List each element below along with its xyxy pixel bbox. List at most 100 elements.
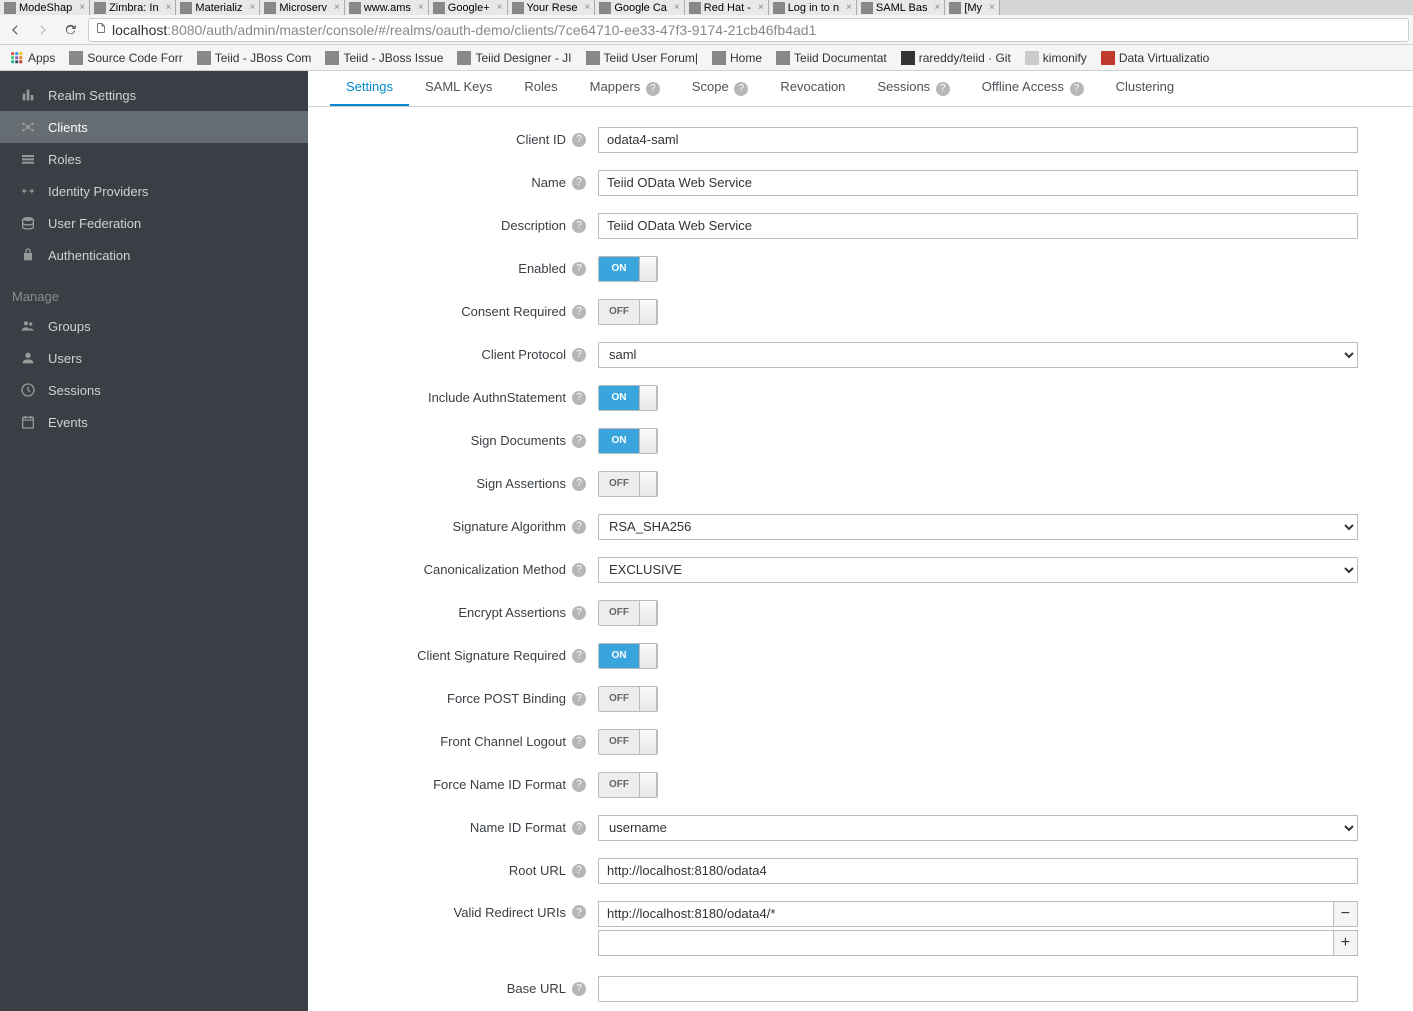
close-icon[interactable]: ×	[418, 2, 424, 13]
sidebar-item-realm-settings[interactable]: Realm Settings	[0, 79, 308, 111]
tab-saml-keys[interactable]: SAML Keys	[409, 71, 508, 106]
select-client-protocol[interactable]: saml	[598, 342, 1358, 368]
bookmark-item[interactable]: kimonify	[1019, 49, 1093, 67]
close-icon[interactable]: ×	[584, 2, 590, 13]
remove-uri-button[interactable]: −	[1333, 901, 1358, 927]
url-bar[interactable]: localhost:8080/auth/admin/master/console…	[88, 18, 1409, 42]
toggle-consent-required[interactable]: ON OFF	[598, 299, 658, 325]
input-description[interactable]	[598, 213, 1358, 239]
close-icon[interactable]: ×	[334, 2, 340, 13]
help-icon[interactable]: ?	[734, 82, 748, 96]
reload-button[interactable]	[60, 19, 82, 41]
browser-tab[interactable]: Log in to n×	[769, 0, 857, 15]
help-icon[interactable]: ?	[572, 982, 586, 996]
bookmark-item[interactable]: Home	[706, 49, 768, 67]
forward-button[interactable]	[32, 19, 54, 41]
sidebar-item-events[interactable]: Events	[0, 406, 308, 438]
sidebar-item-users[interactable]: Users	[0, 342, 308, 374]
close-icon[interactable]: ×	[250, 2, 256, 13]
tab-offline-access[interactable]: Offline Access ?	[966, 71, 1100, 106]
help-icon[interactable]: ?	[572, 434, 586, 448]
select-name-id-format[interactable]: username	[598, 815, 1358, 841]
bookmark-item[interactable]: Teiid User Forum|	[580, 49, 704, 67]
sidebar-item-groups[interactable]: Groups	[0, 310, 308, 342]
close-icon[interactable]: ×	[846, 2, 852, 13]
help-icon[interactable]: ?	[572, 133, 586, 147]
help-icon[interactable]: ?	[572, 905, 586, 919]
bookmark-item[interactable]: rareddy/teiid · Git	[895, 49, 1017, 67]
help-icon[interactable]: ?	[572, 348, 586, 362]
sidebar-item-user-federation[interactable]: User Federation	[0, 207, 308, 239]
back-button[interactable]	[4, 19, 26, 41]
close-icon[interactable]: ×	[166, 2, 172, 13]
browser-tab[interactable]: Materializ×	[176, 0, 260, 15]
browser-tab[interactable]: SAML Bas×	[857, 0, 945, 15]
toggle-client-signature-required[interactable]: ON OFF	[598, 643, 658, 669]
sidebar-item-sessions[interactable]: Sessions	[0, 374, 308, 406]
input-redirect-uri[interactable]	[598, 901, 1333, 927]
toggle-enabled[interactable]: ON OFF	[598, 256, 658, 282]
close-icon[interactable]: ×	[758, 2, 764, 13]
add-uri-button[interactable]: +	[1333, 930, 1358, 956]
browser-tab[interactable]: Google+×	[429, 0, 508, 15]
close-icon[interactable]: ×	[497, 2, 503, 13]
help-icon[interactable]: ?	[572, 391, 586, 405]
help-icon[interactable]: ?	[572, 864, 586, 878]
help-icon[interactable]: ?	[572, 262, 586, 276]
bookmark-item[interactable]: Teiid Documentat	[770, 49, 893, 67]
bookmark-item[interactable]: Teiid Designer - JI	[451, 49, 577, 67]
browser-tab[interactable]: Zimbra: In×	[90, 0, 176, 15]
tab-mappers[interactable]: Mappers ?	[574, 71, 676, 106]
help-icon[interactable]: ?	[572, 477, 586, 491]
help-icon[interactable]: ?	[572, 692, 586, 706]
toggle-include-authnstatement[interactable]: ON OFF	[598, 385, 658, 411]
bookmark-item[interactable]: Teiid - JBoss Com	[191, 49, 318, 67]
input-name[interactable]	[598, 170, 1358, 196]
help-icon[interactable]: ?	[646, 82, 660, 96]
browser-tab[interactable]: ModeShap×	[0, 0, 90, 15]
sidebar-item-identity-providers[interactable]: Identity Providers	[0, 175, 308, 207]
toggle-sign-assertions[interactable]: ON OFF	[598, 471, 658, 497]
browser-tab[interactable]: [My×	[945, 0, 1000, 15]
input-redirect-uri[interactable]	[598, 930, 1333, 956]
input-base-url[interactable]	[598, 976, 1358, 1002]
help-icon[interactable]: ?	[572, 735, 586, 749]
input-client-id[interactable]	[598, 127, 1358, 153]
help-icon[interactable]: ?	[572, 219, 586, 233]
toggle-force-post-binding[interactable]: ON OFF	[598, 686, 658, 712]
close-icon[interactable]: ×	[674, 2, 680, 13]
help-icon[interactable]: ?	[572, 563, 586, 577]
select-signature-algorithm[interactable]: RSA_SHA256	[598, 514, 1358, 540]
toggle-encrypt-assertions[interactable]: ON OFF	[598, 600, 658, 626]
bookmark-item[interactable]: Source Code Forr	[63, 49, 188, 67]
toggle-force-name-id-format[interactable]: ON OFF	[598, 772, 658, 798]
help-icon[interactable]: ?	[572, 176, 586, 190]
input-root-url[interactable]	[598, 858, 1358, 884]
browser-tab[interactable]: Red Hat -×	[685, 0, 769, 15]
browser-tab[interactable]: Google Ca×	[595, 0, 684, 15]
toggle-sign-documents[interactable]: ON OFF	[598, 428, 658, 454]
close-icon[interactable]: ×	[989, 2, 995, 13]
help-icon[interactable]: ?	[572, 649, 586, 663]
toggle-front-channel-logout[interactable]: ON OFF	[598, 729, 658, 755]
sidebar-item-clients[interactable]: Clients	[0, 111, 308, 143]
browser-tab[interactable]: www.ams×	[345, 0, 429, 15]
close-icon[interactable]: ×	[934, 2, 940, 13]
help-icon[interactable]: ?	[572, 305, 586, 319]
tab-clustering[interactable]: Clustering	[1100, 71, 1191, 106]
sidebar-item-authentication[interactable]: Authentication	[0, 239, 308, 271]
bookmark-item[interactable]: Data Virtualizatio	[1095, 49, 1216, 67]
tab-roles[interactable]: Roles	[508, 71, 573, 106]
help-icon[interactable]: ?	[936, 82, 950, 96]
tab-scope[interactable]: Scope ?	[676, 71, 765, 106]
help-icon[interactable]: ?	[572, 520, 586, 534]
bookmark-item[interactable]: Teiid - JBoss Issue	[319, 49, 449, 67]
tab-settings[interactable]: Settings	[330, 71, 409, 106]
help-icon[interactable]: ?	[572, 778, 586, 792]
tab-revocation[interactable]: Revocation	[764, 71, 861, 106]
help-icon[interactable]: ?	[572, 821, 586, 835]
help-icon[interactable]: ?	[1070, 82, 1084, 96]
help-icon[interactable]: ?	[572, 606, 586, 620]
browser-tab[interactable]: Microserv×	[260, 0, 345, 15]
select-canonicalization-method[interactable]: EXCLUSIVE	[598, 557, 1358, 583]
